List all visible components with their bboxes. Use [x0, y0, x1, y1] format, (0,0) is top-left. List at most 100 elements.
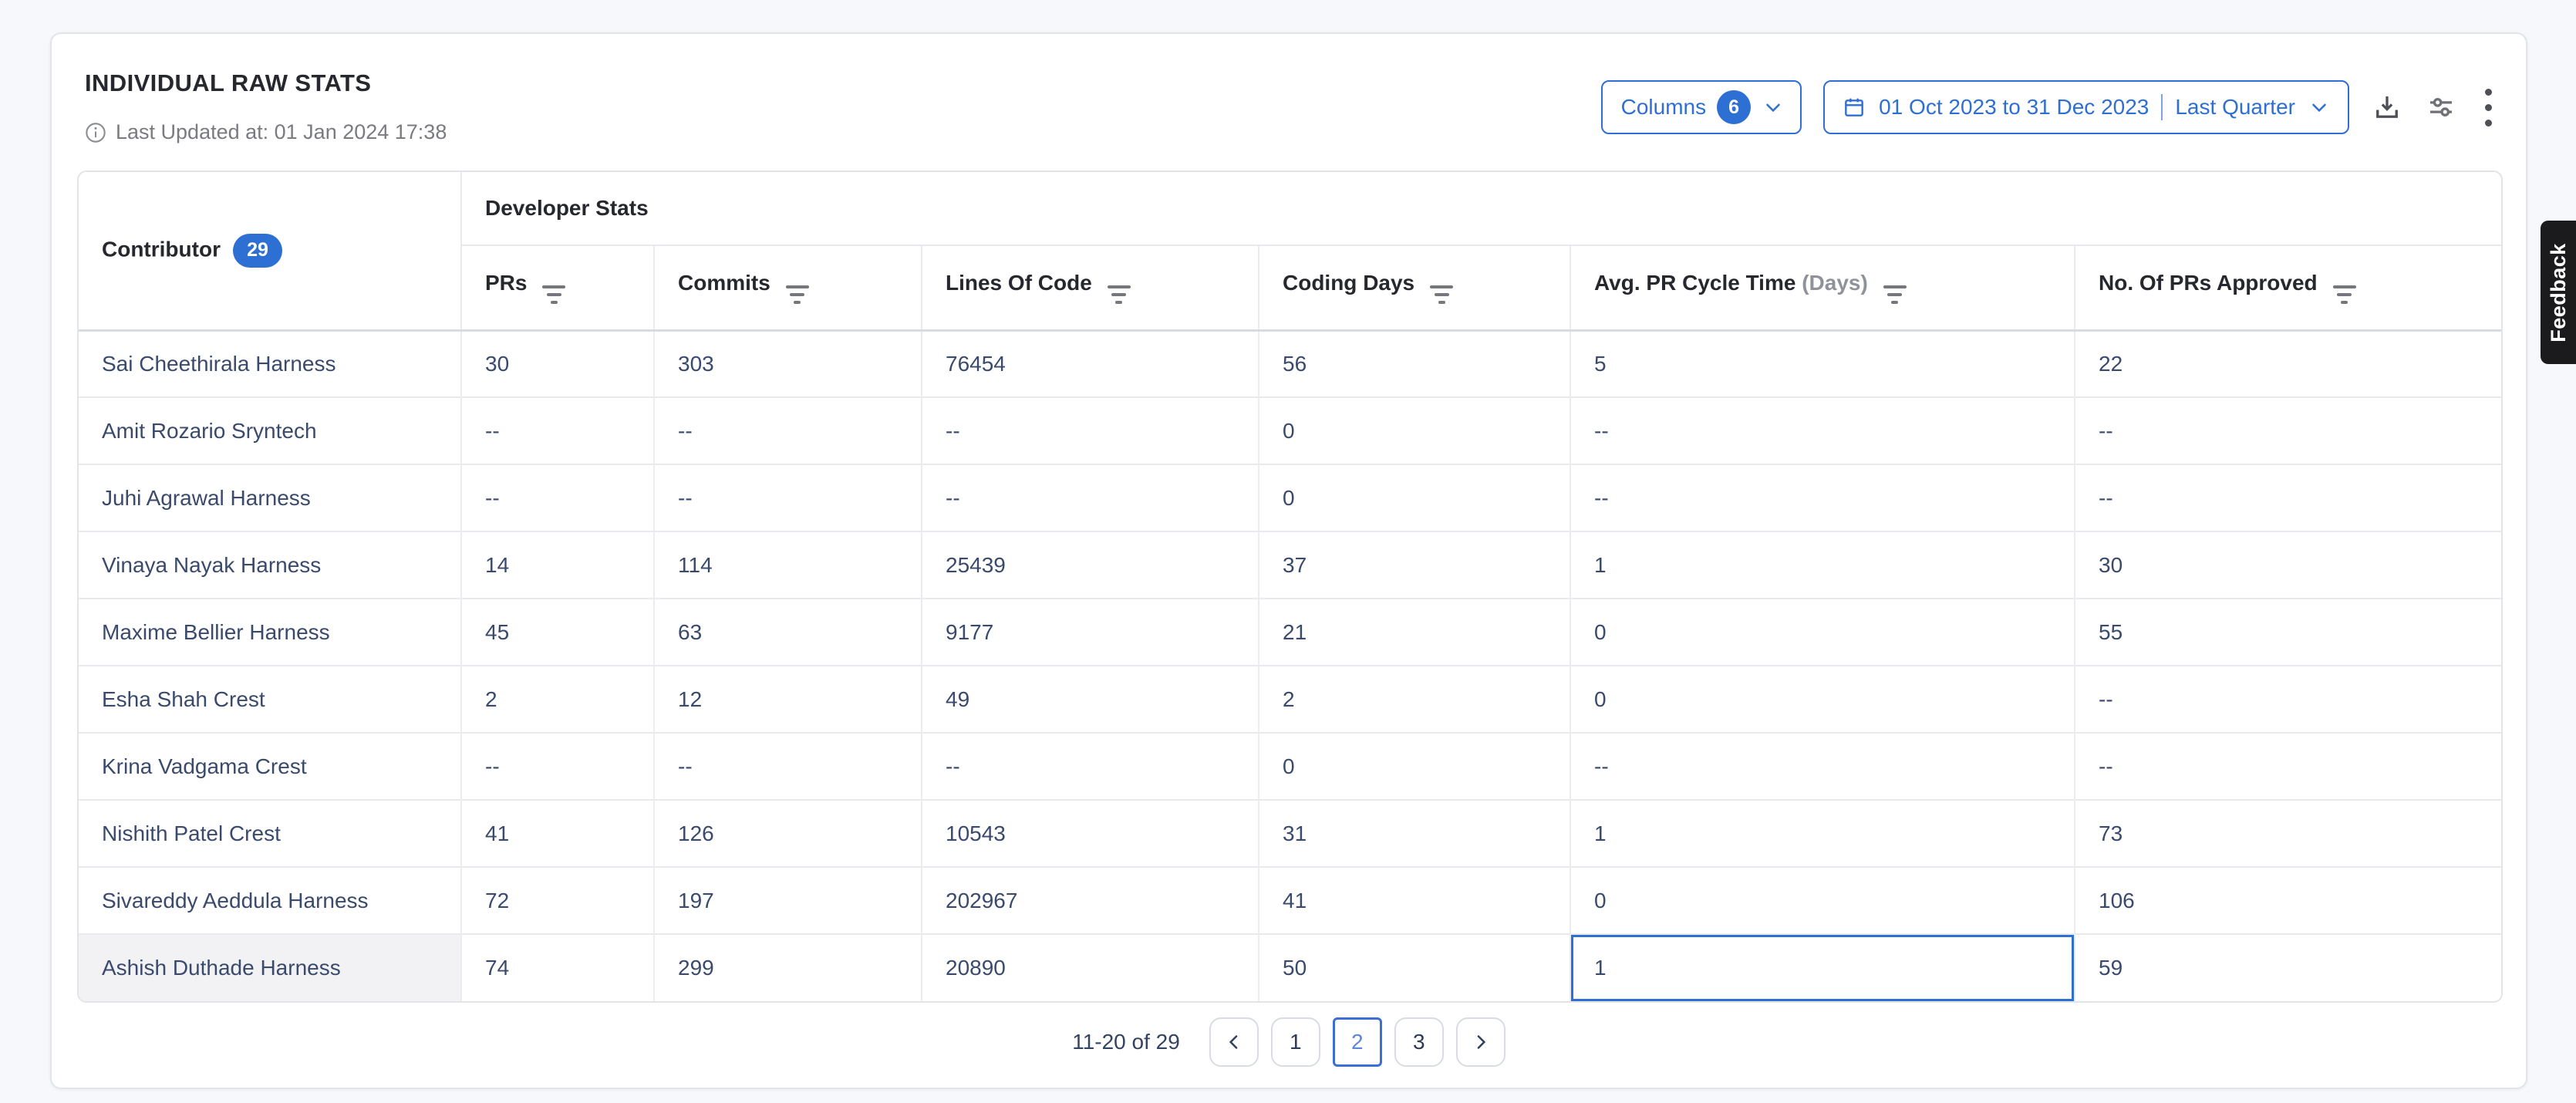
contributor-name-cell[interactable]: Vinaya Nayak Harness: [79, 531, 461, 599]
coding-days-cell[interactable]: 56: [1259, 330, 1570, 397]
contributor-name-cell[interactable]: Sivareddy Aeddula Harness: [79, 867, 461, 934]
table-row[interactable]: Sivareddy Aeddula Harness 72 197 202967 …: [79, 867, 2503, 934]
prs-approved-cell[interactable]: 22: [2075, 330, 2503, 397]
contributor-name-cell[interactable]: Nishith Patel Crest: [79, 800, 461, 867]
pagination-next-button[interactable]: [1456, 1017, 1505, 1067]
column-header-prs-approved[interactable]: No. Of PRs Approved: [2075, 245, 2503, 330]
contributor-name-cell[interactable]: Amit Rozario Sryntech: [79, 397, 461, 464]
contributor-name-cell[interactable]: Sai Cheethirala Harness: [79, 330, 461, 397]
commits-cell[interactable]: 126: [654, 800, 922, 867]
column-header-lines-of-code[interactable]: Lines Of Code: [922, 245, 1259, 330]
contributor-column-header[interactable]: Contributor29: [79, 172, 461, 330]
coding-days-cell[interactable]: 2: [1259, 666, 1570, 733]
coding-days-cell[interactable]: 0: [1259, 733, 1570, 800]
coding-days-cell[interactable]: 41: [1259, 867, 1570, 934]
coding-days-cell[interactable]: 37: [1259, 531, 1570, 599]
prs-approved-cell[interactable]: 59: [2075, 934, 2503, 1001]
avg-pr-cycle-time-cell[interactable]: 0: [1570, 599, 2075, 666]
prs-cell[interactable]: 41: [461, 800, 654, 867]
lines-of-code-cell[interactable]: 49: [922, 666, 1259, 733]
filter-icon[interactable]: [542, 285, 565, 304]
more-options-button[interactable]: [2479, 86, 2498, 130]
coding-days-cell[interactable]: 31: [1259, 800, 1570, 867]
table-row[interactable]: Juhi Agrawal Harness -- -- -- 0 -- --: [79, 464, 2503, 531]
column-settings-button[interactable]: [2425, 91, 2457, 123]
column-header-coding-days[interactable]: Coding Days: [1259, 245, 1570, 330]
contributor-name-cell[interactable]: Krina Vadgama Crest: [79, 733, 461, 800]
avg-pr-cycle-time-cell[interactable]: 1: [1570, 934, 2075, 1001]
avg-pr-cycle-time-cell[interactable]: 0: [1570, 666, 2075, 733]
commits-cell[interactable]: 63: [654, 599, 922, 666]
avg-pr-cycle-time-cell[interactable]: 0: [1570, 867, 2075, 934]
table-row[interactable]: Krina Vadgama Crest -- -- -- 0 -- --: [79, 733, 2503, 800]
lines-of-code-cell[interactable]: --: [922, 464, 1259, 531]
feedback-tab[interactable]: Feedback: [2541, 221, 2576, 364]
table-row[interactable]: Amit Rozario Sryntech -- -- -- 0 -- --: [79, 397, 2503, 464]
filter-icon[interactable]: [1108, 285, 1131, 304]
pagination-page-button[interactable]: 1: [1271, 1017, 1320, 1067]
prs-approved-cell[interactable]: --: [2075, 464, 2503, 531]
contributor-name-cell[interactable]: Juhi Agrawal Harness: [79, 464, 461, 531]
filter-icon[interactable]: [1430, 285, 1453, 304]
coding-days-cell[interactable]: 0: [1259, 464, 1570, 531]
commits-cell[interactable]: 197: [654, 867, 922, 934]
commits-cell[interactable]: --: [654, 397, 922, 464]
date-range-button[interactable]: 01 Oct 2023 to 31 Dec 2023 Last Quarter: [1823, 80, 2349, 134]
download-button[interactable]: [2371, 91, 2403, 123]
commits-cell[interactable]: 303: [654, 330, 922, 397]
prs-approved-cell[interactable]: 106: [2075, 867, 2503, 934]
lines-of-code-cell[interactable]: 10543: [922, 800, 1259, 867]
table-row[interactable]: Ashish Duthade Harness 74 299 20890 50 1…: [79, 934, 2503, 1001]
prs-approved-cell[interactable]: --: [2075, 733, 2503, 800]
lines-of-code-cell[interactable]: --: [922, 397, 1259, 464]
commits-cell[interactable]: 299: [654, 934, 922, 1001]
coding-days-cell[interactable]: 50: [1259, 934, 1570, 1001]
lines-of-code-cell[interactable]: --: [922, 733, 1259, 800]
contributor-name-cell[interactable]: Esha Shah Crest: [79, 666, 461, 733]
contributor-name-cell[interactable]: Ashish Duthade Harness: [79, 934, 461, 1001]
column-header-prs[interactable]: PRs: [461, 245, 654, 330]
prs-approved-cell[interactable]: 73: [2075, 800, 2503, 867]
prs-cell[interactable]: 14: [461, 531, 654, 599]
commits-cell[interactable]: 12: [654, 666, 922, 733]
coding-days-cell[interactable]: 0: [1259, 397, 1570, 464]
table-row[interactable]: Sai Cheethirala Harness 30 303 76454 56 …: [79, 330, 2503, 397]
avg-pr-cycle-time-cell[interactable]: --: [1570, 397, 2075, 464]
commits-cell[interactable]: --: [654, 733, 922, 800]
column-header-avg-pr-cycle-time[interactable]: Avg. PR Cycle Time (Days): [1570, 245, 2075, 330]
column-header-commits[interactable]: Commits: [654, 245, 922, 330]
table-row[interactable]: Nishith Patel Crest 41 126 10543 31 1 73: [79, 800, 2503, 867]
prs-cell[interactable]: 74: [461, 934, 654, 1001]
prs-cell[interactable]: 72: [461, 867, 654, 934]
lines-of-code-cell[interactable]: 9177: [922, 599, 1259, 666]
lines-of-code-cell[interactable]: 76454: [922, 330, 1259, 397]
avg-pr-cycle-time-cell[interactable]: --: [1570, 733, 2075, 800]
pagination-page-button[interactable]: 3: [1394, 1017, 1444, 1067]
pagination-prev-button[interactable]: [1209, 1017, 1259, 1067]
avg-pr-cycle-time-cell[interactable]: 1: [1570, 800, 2075, 867]
coding-days-cell[interactable]: 21: [1259, 599, 1570, 666]
avg-pr-cycle-time-cell[interactable]: 1: [1570, 531, 2075, 599]
prs-cell[interactable]: 45: [461, 599, 654, 666]
prs-approved-cell[interactable]: 55: [2075, 599, 2503, 666]
table-row[interactable]: Maxime Bellier Harness 45 63 9177 21 0 5…: [79, 599, 2503, 666]
pagination-page-button[interactable]: 2: [1333, 1017, 1382, 1067]
lines-of-code-cell[interactable]: 25439: [922, 531, 1259, 599]
commits-cell[interactable]: --: [654, 464, 922, 531]
contributor-name-cell[interactable]: Maxime Bellier Harness: [79, 599, 461, 666]
filter-icon[interactable]: [2333, 285, 2356, 304]
prs-cell[interactable]: 30: [461, 330, 654, 397]
prs-approved-cell[interactable]: --: [2075, 666, 2503, 733]
prs-cell[interactable]: --: [461, 464, 654, 531]
prs-cell[interactable]: 2: [461, 666, 654, 733]
prs-approved-cell[interactable]: 30: [2075, 531, 2503, 599]
prs-approved-cell[interactable]: --: [2075, 397, 2503, 464]
filter-icon[interactable]: [786, 285, 809, 304]
commits-cell[interactable]: 114: [654, 531, 922, 599]
prs-cell[interactable]: --: [461, 733, 654, 800]
filter-icon[interactable]: [1883, 285, 1907, 304]
lines-of-code-cell[interactable]: 20890: [922, 934, 1259, 1001]
lines-of-code-cell[interactable]: 202967: [922, 867, 1259, 934]
columns-button[interactable]: Columns 6: [1601, 80, 1802, 134]
table-row[interactable]: Vinaya Nayak Harness 14 114 25439 37 1 3…: [79, 531, 2503, 599]
